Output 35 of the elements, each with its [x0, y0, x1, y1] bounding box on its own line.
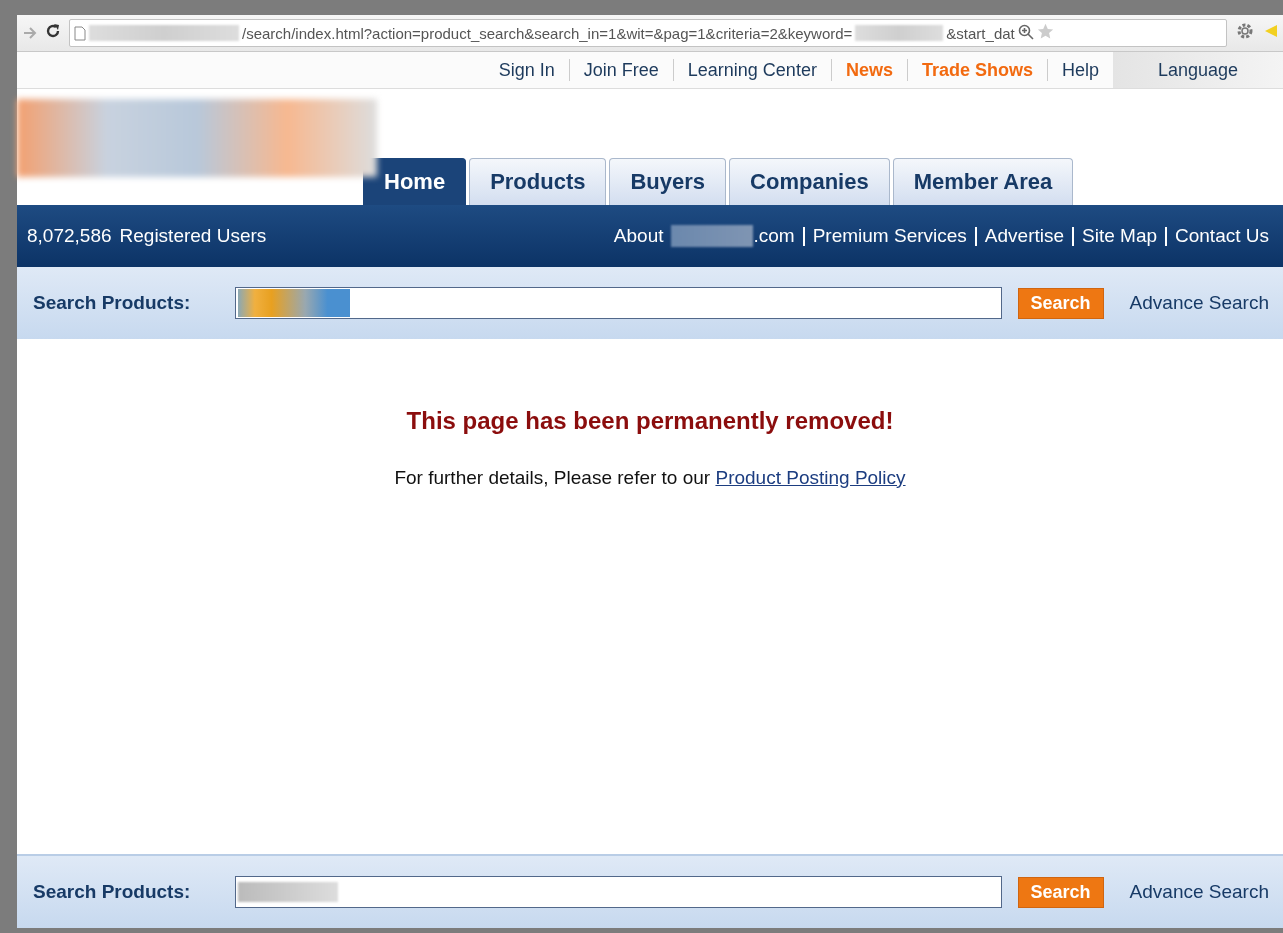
url-text: /search/index.html?action=product_search&search_in=1&wit=&pag=1&criteria=2&keyword= — [242, 24, 853, 42]
policy-link[interactable]: Product Posting Policy — [715, 467, 906, 488]
top-link[interactable]: Sign In — [484, 59, 570, 81]
search-label: Search Products: — [33, 881, 192, 903]
gear-icon[interactable] — [1235, 21, 1255, 41]
reload-icon[interactable] — [45, 23, 61, 39]
address-bar[interactable]: /search/index.html?action=product_search&search_in=1&wit=&pag=1&criteria=2&keyword= &start_dat — [69, 19, 1227, 47]
search-field[interactable] — [235, 287, 1002, 319]
about-link-suffix[interactable]: .com — [753, 225, 795, 247]
language-menu[interactable]: Language — [1113, 52, 1283, 88]
advance-search-link[interactable]: Advance Search — [1129, 292, 1269, 314]
info-link[interactable]: Contact Us — [1175, 225, 1269, 247]
nav-tab[interactable]: Home — [363, 158, 467, 205]
search-label: Search Products: — [33, 292, 192, 314]
user-count-label: Registered Users — [119, 225, 267, 247]
url-text: &start_dat — [946, 24, 1015, 42]
page-icon — [74, 25, 86, 41]
about-link[interactable]: About — [613, 225, 664, 247]
error-message: For further details, Please refer to our Product Posting Policy — [394, 467, 906, 489]
error-heading: This page has been permanently removed! — [406, 407, 894, 435]
user-count: 8,072,586 — [27, 225, 112, 247]
search-field[interactable] — [235, 876, 1002, 908]
info-link[interactable]: Site Map — [1082, 225, 1157, 247]
zoom-icon[interactable] — [1017, 23, 1034, 40]
nav-tab[interactable]: Companies — [729, 158, 890, 205]
top-link[interactable]: Help — [1047, 59, 1113, 81]
nav-tab[interactable]: Member Area — [892, 158, 1074, 205]
info-link[interactable]: Advertise — [984, 225, 1065, 247]
star-icon[interactable] — [1036, 23, 1054, 40]
nav-tab[interactable]: Products — [469, 158, 607, 205]
info-link[interactable]: Premium Services — [812, 225, 967, 247]
nav-tab[interactable]: Buyers — [609, 158, 727, 205]
top-link[interactable]: Join Free — [569, 59, 674, 81]
advance-search-link[interactable]: Advance Search — [1129, 881, 1269, 903]
top-link[interactable]: Learning Center — [673, 59, 832, 81]
